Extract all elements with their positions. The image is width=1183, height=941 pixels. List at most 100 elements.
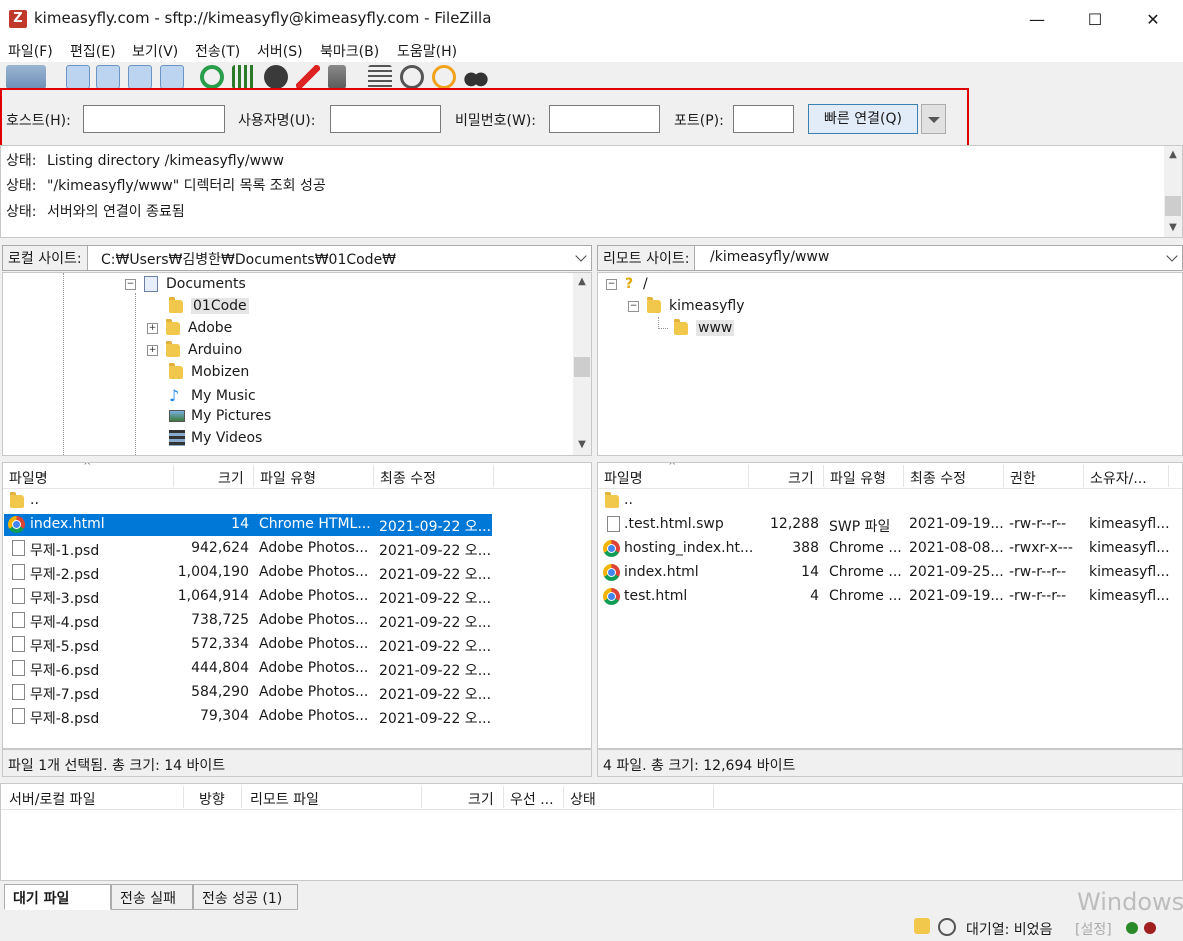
scroll-down-icon[interactable]: ▼ (573, 436, 591, 454)
tab-successful-transfers[interactable]: 전송 성공 (1) (193, 884, 298, 910)
toggle-remote-tree-icon[interactable] (128, 65, 152, 89)
local-file-row[interactable]: 무제-7.psd 584,290 Adobe Photos... 2021-09-22… (4, 682, 492, 704)
menu-transfer[interactable]: 전송(T) (195, 41, 240, 61)
column-filename[interactable]: 파일명 (604, 468, 643, 488)
chrome-html-icon (8, 516, 25, 533)
menu-help[interactable]: 도움말(H) (397, 41, 457, 61)
remote-file-row[interactable]: test.html 4 Chrome ... 2021-09-19... -rw-r--… (599, 586, 1170, 608)
file-owner: kimeasyfl... (1089, 588, 1170, 604)
username-input[interactable] (330, 105, 441, 133)
remote-file-row[interactable]: hosting_index.ht... 388 Chrome ... 2021-08-… (599, 538, 1170, 560)
column-permissions[interactable]: 권한 (1010, 468, 1036, 488)
column-size[interactable]: 크기 (218, 468, 244, 488)
remote-file-row[interactable]: .. (599, 490, 1169, 512)
tree-item-kimeasyfly[interactable]: − kimeasyfly (628, 296, 745, 314)
local-file-row[interactable]: 무제-1.psd 942,624 Adobe Photos... 2021-09-22… (4, 538, 492, 560)
file-type: Adobe Photos... (259, 684, 369, 700)
file-icon (12, 588, 25, 604)
toggle-message-log-icon[interactable] (66, 65, 90, 89)
quickconnect-button[interactable]: 빠른 연결(Q) (808, 104, 918, 134)
file-size: 79,304 (200, 708, 249, 724)
column-direction[interactable]: 방향 (199, 789, 225, 809)
local-tree-scrollbar[interactable]: ▲ ▼ (573, 273, 591, 455)
local-path-input[interactable]: C:₩Users₩김병한₩Documents₩01Code₩ (101, 249, 396, 269)
password-input[interactable] (549, 105, 660, 133)
remote-file-row[interactable]: index.html 14 Chrome ... 2021-09-25... -rw-r… (599, 562, 1170, 584)
tree-item-my-music[interactable]: ♪ My Music (169, 386, 256, 405)
tree-item-arduino[interactable]: + Arduino (147, 340, 242, 358)
maximize-button[interactable]: ☐ (1066, 0, 1124, 38)
local-file-row[interactable]: 무제-2.psd 1,004,190 Adobe Photos... 2021-09-… (4, 562, 492, 584)
cancel-operation-icon[interactable] (264, 65, 288, 89)
menu-file[interactable]: 파일(F) (8, 41, 53, 61)
tree-item-my-pictures[interactable]: My Pictures (169, 408, 271, 424)
tree-item-mobizen[interactable]: Mobizen (169, 362, 249, 380)
toggle-local-tree-icon[interactable] (96, 65, 120, 89)
file-name: index.html (624, 564, 699, 580)
remote-file-row[interactable]: .test.html.swp 12,288 SWP 파일 2021-09-19... -… (599, 514, 1170, 536)
reconnect-icon[interactable] (328, 65, 346, 89)
scroll-down-icon[interactable]: ▼ (1164, 219, 1182, 237)
message-log: 상태: Listing directory /kimeasyfly/www 상태:… (0, 145, 1183, 238)
file-type: Adobe Photos... (259, 588, 369, 604)
column-filename[interactable]: 파일명 (9, 468, 48, 488)
column-status[interactable]: 상태 (570, 789, 596, 809)
chevron-down-icon[interactable] (1166, 250, 1178, 262)
close-button[interactable]: ✕ (1124, 0, 1182, 38)
column-priority[interactable]: 우선 ... (510, 789, 554, 809)
column-owner[interactable]: 소유자/... (1090, 468, 1147, 488)
tree-item-01code[interactable]: 01Code (169, 296, 249, 314)
column-size[interactable]: 크기 (788, 468, 814, 488)
column-type[interactable]: 파일 유형 (260, 468, 316, 488)
speed-limit-icon[interactable] (938, 918, 956, 936)
port-input[interactable] (733, 105, 794, 133)
sync-browse-icon[interactable] (432, 65, 456, 89)
file-icon (12, 660, 25, 676)
menu-edit[interactable]: 편집(E) (70, 41, 116, 61)
tree-item-root[interactable]: −? / (606, 276, 648, 292)
process-queue-icon[interactable] (232, 65, 256, 89)
tree-item-documents[interactable]: − Documents (125, 276, 246, 292)
local-file-row[interactable]: .. (4, 490, 492, 512)
refresh-icon[interactable] (200, 65, 224, 89)
file-modified: 2021-09-22 오... (379, 663, 492, 679)
menu-bookmarks[interactable]: 북마크(B) (320, 41, 379, 61)
host-input[interactable] (83, 105, 225, 133)
local-file-row[interactable]: 무제-6.psd 444,804 Adobe Photos... 2021-09-22… (4, 658, 492, 680)
binoculars-icon[interactable] (464, 65, 488, 89)
transfer-queue: 서버/로컬 파일 방향 리모트 파일 크기 우선 ... 상태 (0, 783, 1183, 881)
column-remote-file[interactable]: 리모트 파일 (250, 789, 319, 809)
tab-failed-transfers[interactable]: 전송 실패 (111, 884, 193, 910)
local-file-row[interactable]: 무제-5.psd 572,334 Adobe Photos... 2021-09-22… (4, 634, 492, 656)
tree-item-my-videos[interactable]: My Videos (169, 430, 262, 446)
column-server-local-file[interactable]: 서버/로컬 파일 (9, 789, 95, 809)
menu-server[interactable]: 서버(S) (257, 41, 303, 61)
site-manager-icon[interactable] (6, 65, 46, 89)
minimize-button[interactable]: — (1008, 0, 1066, 38)
menu-view[interactable]: 보기(V) (132, 41, 178, 61)
scroll-thumb[interactable] (574, 357, 590, 377)
local-file-row[interactable]: 무제-3.psd 1,064,914 Adobe Photos... 2021-09-… (4, 586, 492, 608)
tab-queued-files[interactable]: 대기 파일 (4, 884, 111, 910)
disconnect-icon[interactable] (296, 65, 320, 89)
local-file-row[interactable]: 무제-4.psd 738,725 Adobe Photos... 2021-09-22… (4, 610, 492, 632)
search-icon[interactable] (400, 65, 424, 89)
column-modified[interactable]: 최종 수정 (380, 468, 436, 488)
chevron-down-icon[interactable] (575, 250, 587, 262)
scroll-up-icon[interactable]: ▲ (1164, 146, 1182, 164)
column-size[interactable]: 크기 (468, 789, 494, 809)
tree-item-www[interactable]: www (674, 318, 735, 336)
quickconnect-history-dropdown[interactable] (921, 104, 946, 134)
scroll-up-icon[interactable]: ▲ (573, 273, 591, 291)
local-file-row[interactable]: 무제-8.psd 79,304 Adobe Photos... 2021-09-22 … (4, 706, 492, 728)
toggle-queue-icon[interactable] (160, 65, 184, 89)
tree-item-adobe[interactable]: + Adobe (147, 318, 232, 336)
column-type[interactable]: 파일 유형 (830, 468, 886, 488)
scroll-thumb[interactable] (1165, 196, 1181, 216)
column-modified[interactable]: 최종 수정 (910, 468, 966, 488)
remote-path-input[interactable]: /kimeasyfly/www (710, 249, 829, 265)
message-log-scrollbar[interactable]: ▲ ▼ (1164, 146, 1182, 237)
local-file-row[interactable]: index.html 14 Chrome HTML... 2021-09-22 오..… (4, 514, 492, 536)
file-size: 388 (792, 540, 819, 556)
directory-compare-icon[interactable] (368, 65, 392, 89)
